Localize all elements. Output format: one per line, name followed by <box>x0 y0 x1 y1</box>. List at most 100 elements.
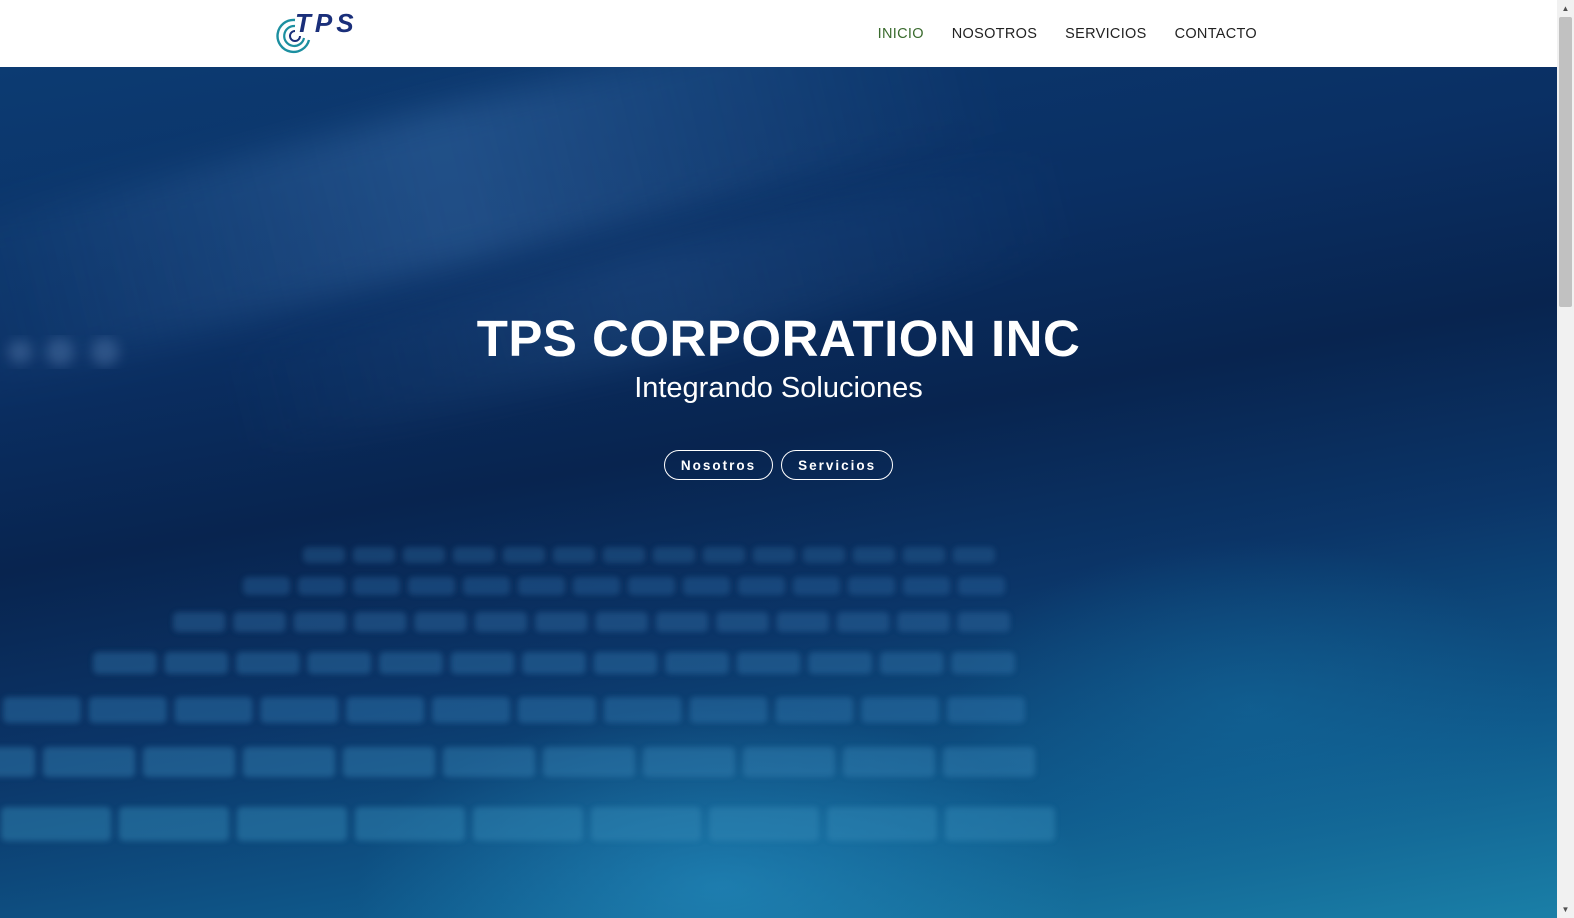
keyboard-key <box>753 547 795 563</box>
keyboard-key <box>346 697 425 723</box>
keyboard-key <box>709 807 819 841</box>
keyboard-key <box>793 577 840 595</box>
triangle-up-icon[interactable]: ▲ <box>1557 0 1574 17</box>
keyboard-key <box>173 612 226 632</box>
vertical-scrollbar[interactable]: ▲ ▼ <box>1557 0 1574 918</box>
keyboard-key <box>343 747 435 777</box>
keyboard-key <box>808 652 872 674</box>
nosotros-button[interactable]: Nosotros <box>663 450 774 480</box>
scrollbar-thumb[interactable] <box>1559 17 1572 307</box>
keyboard-key <box>403 547 445 563</box>
keyboard-key <box>3 697 81 723</box>
keyboard-key <box>655 612 709 632</box>
keyboard-key <box>408 577 455 595</box>
keyboard-key <box>88 697 167 723</box>
keyboard-key <box>628 577 675 595</box>
keyboard-key <box>353 547 395 563</box>
main-nav: INICIO NOSOTROS SERVICIOS CONTACTO <box>878 0 1257 67</box>
keyboard-key <box>353 577 400 595</box>
keyboard-key <box>432 697 510 723</box>
keyboard-key <box>843 747 935 777</box>
keyboard-key <box>603 547 645 563</box>
keyboard-key <box>943 747 1035 777</box>
keyboard-key <box>595 612 648 632</box>
tps-logo[interactable]: TPS <box>275 10 385 54</box>
keyboard-key <box>243 747 335 777</box>
keyboard-key <box>827 807 937 841</box>
page: TPS INICIO NOSOTROS SERVICIOS CONTACTO T <box>0 0 1557 918</box>
keyboard-key <box>665 652 729 674</box>
keyboard-key <box>93 652 157 674</box>
keyboard-key <box>354 612 407 632</box>
keyboard-key <box>593 652 658 674</box>
keyboard-key <box>776 612 829 632</box>
keyboard-key <box>535 612 588 632</box>
keyboard-key <box>553 547 595 563</box>
keyboard-key <box>237 807 347 841</box>
keyboard-key <box>518 697 596 723</box>
keyboard-key <box>903 547 945 563</box>
hero-subtitle: Integrando Soluciones <box>634 372 923 404</box>
keyboard-key <box>879 652 944 674</box>
keyboard-key <box>174 697 253 723</box>
keyboard-key <box>848 577 895 595</box>
keyboard-key <box>716 612 769 632</box>
keyboard-key <box>518 577 565 595</box>
nav-inicio[interactable]: INICIO <box>878 26 924 42</box>
keyboard-key <box>43 747 135 777</box>
keyboard-key <box>414 612 467 632</box>
keyboard-key <box>743 747 835 777</box>
logo-text: TPS <box>295 10 358 38</box>
keyboard-key <box>958 577 1005 595</box>
keyboard-key <box>303 547 345 563</box>
keyboard-key <box>836 612 890 632</box>
servicios-button[interactable]: Servicios <box>781 450 894 480</box>
keyboard-key <box>236 652 300 674</box>
keyboard-key <box>738 577 785 595</box>
keyboard-key <box>522 652 586 674</box>
keyboard-key <box>951 652 1015 674</box>
keyboard-key <box>119 807 229 841</box>
hero-title: TPS CORPORATION INC <box>476 310 1081 367</box>
keyboard-key <box>897 612 950 632</box>
keyboard-key <box>443 747 535 777</box>
keyboard-key <box>1 807 111 841</box>
keyboard-key <box>945 807 1055 841</box>
keyboard-key <box>164 652 229 674</box>
hero-buttons: Nosotros Servicios <box>0 450 1557 480</box>
keyboard-key <box>591 807 701 841</box>
keyboard-key <box>573 577 620 595</box>
keyboard-key <box>947 697 1025 723</box>
keyboard-key <box>861 697 940 723</box>
keyboard-key <box>683 577 730 595</box>
keyboard-key <box>293 612 347 632</box>
keyboard-key <box>953 547 995 563</box>
keyboard-key <box>853 547 895 563</box>
keyboard-key <box>903 577 950 595</box>
keyboard-key <box>474 612 528 632</box>
keyboard-key <box>775 697 854 723</box>
keyboard-key <box>643 747 735 777</box>
keyboard-key <box>243 577 290 595</box>
keyboard-key <box>0 747 35 777</box>
keyboard-key <box>653 547 695 563</box>
site-header: TPS INICIO NOSOTROS SERVICIOS CONTACTO <box>0 0 1557 67</box>
keyboard-key <box>463 577 510 595</box>
keyboard-key <box>260 697 339 723</box>
keyboard-key <box>453 547 495 563</box>
keyboard-key <box>143 747 235 777</box>
nav-servicios[interactable]: SERVICIOS <box>1065 26 1146 42</box>
triangle-down-icon[interactable]: ▼ <box>1557 901 1574 918</box>
hero-keyboard-image <box>0 338 1055 841</box>
keyboard-key <box>233 612 286 632</box>
keyboard-key <box>736 652 801 674</box>
keyboard-key <box>379 652 443 674</box>
keyboard-key <box>450 652 515 674</box>
keyboard-key <box>543 747 635 777</box>
keyboard-key <box>689 697 768 723</box>
nav-contacto[interactable]: CONTACTO <box>1175 26 1257 42</box>
nav-nosotros[interactable]: NOSOTROS <box>952 26 1037 42</box>
keyboard-key <box>603 697 682 723</box>
keyboard-key <box>803 547 845 563</box>
keyboard-key <box>473 807 583 841</box>
